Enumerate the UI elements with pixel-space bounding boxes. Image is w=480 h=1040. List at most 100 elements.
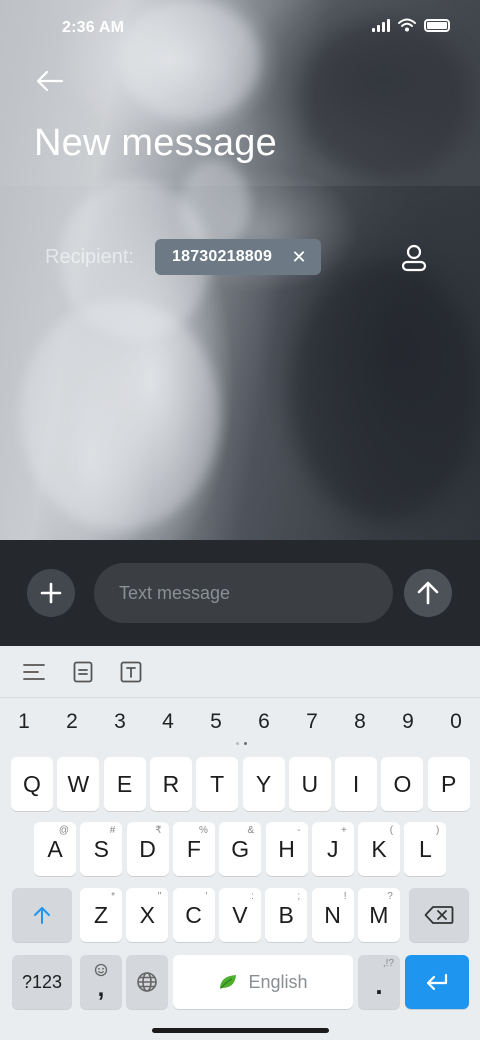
key-f[interactable]: % F xyxy=(172,822,215,876)
keyboard-menu-button[interactable] xyxy=(21,659,47,685)
key-g[interactable]: & G xyxy=(219,822,262,876)
back-button[interactable] xyxy=(30,64,70,98)
key-label: R xyxy=(162,770,180,797)
key-label: D xyxy=(139,835,156,862)
back-arrow-icon xyxy=(36,70,64,92)
key-hint: ) xyxy=(436,825,440,836)
key-v[interactable]: :V xyxy=(218,888,261,942)
number-key-1[interactable]: 1 xyxy=(9,710,39,734)
key-label: Q xyxy=(23,770,41,797)
key-k[interactable]: (K xyxy=(358,822,401,876)
key-label: B xyxy=(278,901,294,928)
key-c[interactable]: ' C xyxy=(172,888,215,942)
emoji-comma-key[interactable]: , xyxy=(80,955,122,1009)
key-hint: ₹ xyxy=(155,825,162,836)
number-key-2[interactable]: 2 xyxy=(57,710,87,734)
key-label: J xyxy=(327,835,339,862)
key-o[interactable]: O xyxy=(381,757,424,811)
key-hint: ; xyxy=(297,891,301,902)
key-label: X xyxy=(139,901,155,928)
number-key-6[interactable]: 6 xyxy=(249,710,279,734)
period-key[interactable]: ,!? . xyxy=(358,955,400,1009)
globe-icon xyxy=(137,972,157,992)
key-label: G xyxy=(231,835,250,862)
number-key-9[interactable]: 9 xyxy=(393,710,423,734)
key-n[interactable]: ! N xyxy=(311,888,354,942)
key-x[interactable]: " X xyxy=(126,888,169,942)
key-label: A xyxy=(47,835,63,862)
message-input[interactable] xyxy=(94,563,393,623)
contact-picker-button[interactable] xyxy=(394,238,434,278)
key-label: N xyxy=(324,901,341,928)
symbols-key[interactable]: ?123 xyxy=(12,955,72,1009)
key-label: K xyxy=(371,835,387,862)
plus-icon xyxy=(40,582,62,604)
key-q[interactable]: Q xyxy=(11,757,53,811)
leaf-icon xyxy=(220,975,237,989)
wifi-icon xyxy=(398,18,416,32)
key-r[interactable]: R xyxy=(149,757,192,811)
menu-lines-icon xyxy=(23,664,45,680)
key-d[interactable]: ₹ D xyxy=(126,822,169,876)
key-label: W xyxy=(67,770,90,797)
key-l[interactable]: ) L xyxy=(404,822,447,876)
key-label: U xyxy=(301,770,319,797)
enter-icon xyxy=(426,973,448,991)
clipboard-button[interactable] xyxy=(70,659,96,685)
key-hint: @ xyxy=(58,825,69,836)
space-label: English xyxy=(248,971,308,992)
key-hint: " xyxy=(157,891,162,902)
shift-key[interactable] xyxy=(12,888,72,942)
key-u[interactable]: U xyxy=(288,757,331,811)
attach-button[interactable] xyxy=(27,569,75,617)
send-button[interactable] xyxy=(404,569,452,617)
key-hint: ( xyxy=(389,825,394,836)
backspace-key[interactable] xyxy=(409,888,469,942)
key-label: P xyxy=(441,770,457,797)
send-arrow-icon xyxy=(417,581,439,605)
key-b[interactable]: ; B xyxy=(265,888,308,942)
key-e[interactable]: E xyxy=(103,757,146,811)
keyboard-toolbar xyxy=(0,646,480,698)
key-p[interactable]: P xyxy=(427,757,470,811)
recipient-number: 18730218809 xyxy=(172,248,273,265)
period-label: . xyxy=(375,969,383,1000)
key-m[interactable]: ? M xyxy=(357,888,400,942)
key-hint: & xyxy=(247,825,255,836)
number-key-4[interactable]: 4 xyxy=(153,710,183,734)
key-label: Z xyxy=(93,901,109,928)
number-key-7[interactable]: 7 xyxy=(297,710,327,734)
key-hint: ! xyxy=(343,891,347,902)
number-key-0[interactable]: 0 xyxy=(441,710,471,734)
key-y[interactable]: Y xyxy=(242,757,285,811)
key-label: Y xyxy=(255,770,272,797)
key-a[interactable]: @ A xyxy=(34,822,76,876)
space-key[interactable]: English xyxy=(173,955,353,1009)
status-time: 2:36 AM xyxy=(62,19,125,36)
key-i[interactable]: I xyxy=(335,757,378,811)
number-key-8[interactable]: 8 xyxy=(345,710,375,734)
key-label: I xyxy=(352,770,360,797)
key-h[interactable]: -H xyxy=(265,822,308,876)
number-key-5[interactable]: 5 xyxy=(201,710,231,734)
key-label: E xyxy=(116,770,133,797)
key-t[interactable]: T xyxy=(196,757,239,811)
language-key[interactable] xyxy=(126,955,168,1009)
number-key-3[interactable]: 3 xyxy=(105,710,135,734)
text-format-button[interactable] xyxy=(118,659,144,685)
key-z[interactable]: * Z xyxy=(80,888,122,942)
page-indicator xyxy=(236,742,247,745)
enter-key[interactable] xyxy=(405,955,469,1009)
key-w[interactable]: W xyxy=(57,757,100,811)
key-j[interactable]: + J xyxy=(311,822,354,876)
key-hint: ' xyxy=(205,891,208,902)
remove-recipient-icon[interactable]: ✕ xyxy=(289,245,309,269)
home-indicator xyxy=(152,1028,329,1033)
shift-icon xyxy=(34,907,50,924)
key-label: V xyxy=(232,901,248,928)
key-hint: + xyxy=(340,825,347,836)
battery-icon xyxy=(424,18,450,32)
recipient-chip[interactable]: 18730218809 ✕ xyxy=(155,239,321,275)
key-s[interactable]: # S xyxy=(80,822,123,876)
status-bar: 2:36 AM xyxy=(0,0,480,56)
